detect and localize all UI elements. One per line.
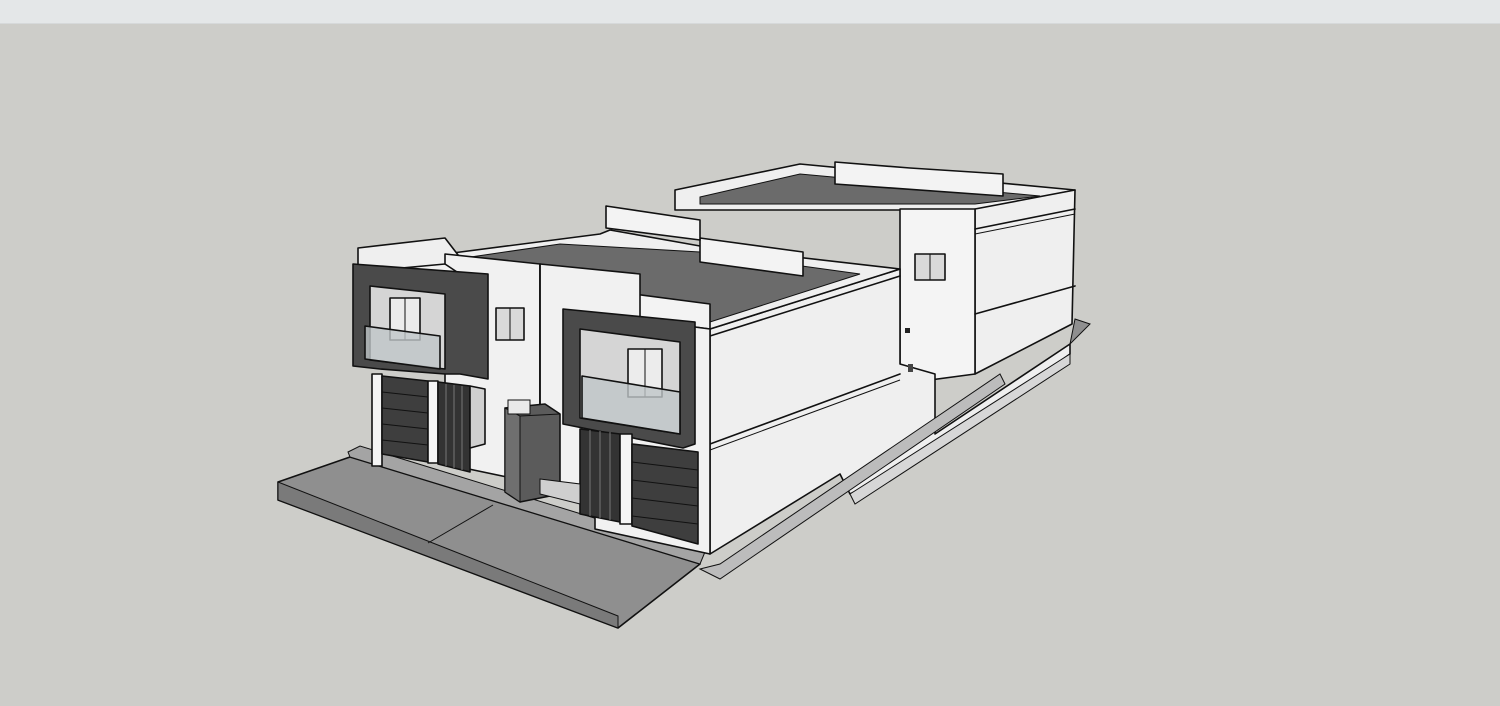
toolbar-strip xyxy=(0,0,1500,24)
3d-viewport[interactable] xyxy=(0,24,1500,706)
unit-left-balcony[interactable] xyxy=(352,263,489,380)
unit-right-balcony[interactable] xyxy=(562,308,696,449)
sketchup-window xyxy=(0,0,1500,706)
model-canvas[interactable] xyxy=(0,24,1500,706)
